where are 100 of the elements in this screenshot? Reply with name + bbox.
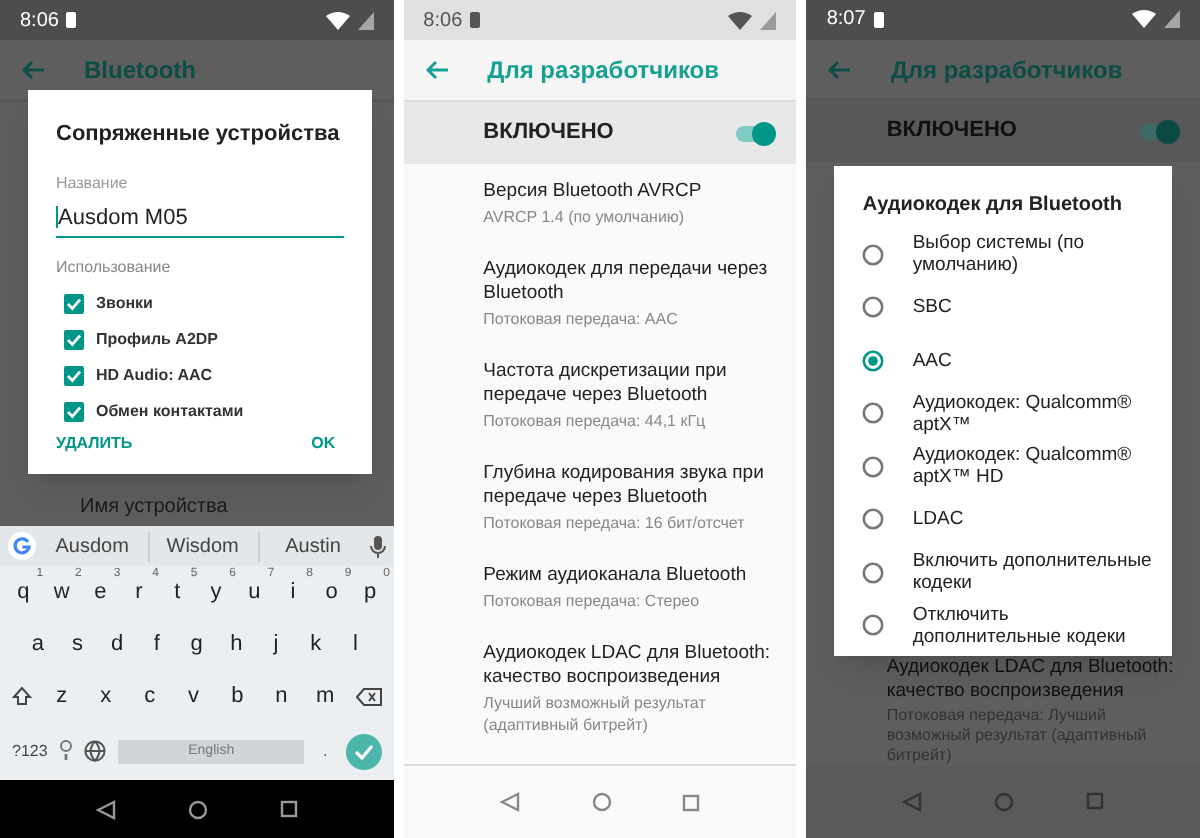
home-circle-icon[interactable] <box>591 792 611 812</box>
radio-label: Выбор системы (по умолчанию) <box>912 232 1087 277</box>
battery-icon <box>66 12 77 28</box>
keyboard-key[interactable]: x <box>91 679 120 713</box>
back-triangle-icon[interactable] <box>499 792 520 812</box>
keyboard-key[interactable]: m <box>311 679 340 713</box>
item-title: Глубина кодирования звука при передаче через Bluetooth <box>483 462 766 510</box>
keyboard-key[interactable]: z <box>47 679 76 713</box>
radio-button[interactable] <box>862 455 885 478</box>
home-circle-icon[interactable] <box>187 799 208 819</box>
settings-item[interactable]: Глубина кодирования звука при передаче через Bluetooth Потоковая передача: 16 бит/отсчет <box>483 458 785 538</box>
settings-item[interactable]: Аудиокодек для передачи через Bluetooth Потоковая передача: AAC <box>483 254 785 334</box>
item-summary: AVRCP 1.4 (по умолчанию) <box>483 206 687 228</box>
suggestion-chip[interactable]: Wisdom <box>148 531 255 561</box>
keyboard-key[interactable]: h <box>222 627 251 661</box>
wifi-icon <box>1132 10 1157 29</box>
app-bar-title: Для разработчиков <box>890 53 1123 88</box>
dialog-button[interactable]: УДАЛИТЬ <box>56 432 133 456</box>
radio-button[interactable] <box>862 243 885 266</box>
keyboard-key[interactable]: v <box>179 679 208 713</box>
item-summary: Потоковая передача: AAC <box>483 308 680 330</box>
radio-option[interactable]: Аудиокодек: Qualcomm® aptX™ <box>862 387 1157 440</box>
enter-button[interactable] <box>345 733 382 769</box>
section-label: Использование <box>56 256 173 280</box>
symbols-key[interactable]: ?123 <box>12 739 48 763</box>
checkbox[interactable] <box>64 330 84 350</box>
radio-label: Аудиокодек: Qualcomm® aptX™ <box>912 391 1134 436</box>
radio-option[interactable]: AAC <box>862 334 1157 387</box>
settings-item[interactable]: Режим аудиоканала Bluetooth Потоковая передача: Стерео <box>483 560 785 616</box>
toggle-switch[interactable] <box>1136 119 1181 144</box>
item-title: Аудиокодек для передачи через Bluetooth <box>483 258 770 306</box>
keyboard-key[interactable]: j <box>261 627 290 661</box>
radio-button[interactable] <box>862 349 885 372</box>
status-time: 8:06 <box>423 7 463 35</box>
overview-square-icon[interactable] <box>279 800 298 818</box>
toggle-switch[interactable] <box>732 121 777 145</box>
checkbox-label: Обмен контактами <box>96 400 244 424</box>
settings-item[interactable]: Версия Bluetooth AVRCP AVRCP 1.4 (по умолчанию) <box>483 176 785 232</box>
radio-button[interactable] <box>862 561 885 584</box>
checkmark-icon <box>353 743 374 759</box>
globe-icon[interactable] <box>83 740 106 762</box>
item-title: Аудиокодек LDAC для Bluetooth: качество воспроизведения <box>886 655 1176 704</box>
item-title: Режим аудиоканала Bluetooth <box>483 564 749 588</box>
radio-button[interactable] <box>862 296 885 319</box>
item-summary: Лучший возможный результат (адаптивный битрейт) <box>483 692 708 736</box>
item-title: Частота дискретизации при передаче через Bluetooth <box>483 360 729 408</box>
radio-option[interactable]: LDAC <box>862 493 1157 546</box>
battery-icon <box>470 12 481 28</box>
suggestion-chip[interactable]: Ausdom <box>40 531 145 561</box>
keyboard-key[interactable]: c <box>135 679 164 713</box>
list-item-title: Имя устройства <box>80 494 228 522</box>
item-title: Версия Bluetooth AVRCP <box>483 180 704 204</box>
signal-icon <box>1164 10 1181 29</box>
field-label: Название <box>56 171 130 195</box>
microphone-icon[interactable] <box>369 535 386 557</box>
app-bar-title: Bluetooth <box>84 54 196 88</box>
suggestion-chip[interactable]: Austin <box>258 531 366 561</box>
keyboard-key[interactable]: s <box>63 627 92 661</box>
keyboard-key[interactable]: d <box>103 627 132 661</box>
switch-label: ВКЛЮЧЕНО <box>483 118 614 149</box>
google-logo-icon[interactable] <box>8 532 36 560</box>
keyboard-key[interactable]: l <box>341 627 370 661</box>
shift-arrow-icon[interactable] <box>11 686 32 706</box>
radio-option[interactable]: Аудиокодек: Qualcomm® aptX™ HD <box>862 440 1157 493</box>
radio-label: LDAC <box>912 508 964 531</box>
radio-option[interactable]: Отключить дополнительные кодеки <box>862 599 1157 652</box>
switch-label: ВКЛЮЧЕНО <box>886 116 1017 147</box>
battery-icon <box>873 11 884 28</box>
radio-option[interactable]: Включить дополнительные кодеки <box>862 546 1157 599</box>
radio-label: Отключить дополнительные кодеки <box>912 603 1128 648</box>
radio-label: Включить дополнительные кодеки <box>912 550 1154 595</box>
settings-item[interactable]: Аудиокодек LDAC для Bluetooth: качество воспроизведения Лучший возможный результат (адаптивный битрейт) <box>483 638 785 740</box>
keyboard-key[interactable]: n <box>267 679 296 713</box>
item-title: Аудиокодек LDAC для Bluetooth: качество воспроизведения <box>483 642 773 690</box>
dialog-button[interactable]: OK <box>311 432 336 456</box>
radio-option[interactable]: Выбор системы (по умолчанию) <box>862 228 1157 281</box>
checkbox[interactable] <box>64 294 84 314</box>
keyboard-key[interactable]: b <box>223 679 252 713</box>
settings-item[interactable]: Частота дискретизации при передаче через Bluetooth Потоковая передача: 44,1 кГц <box>483 356 785 436</box>
radio-button[interactable] <box>862 614 885 637</box>
master-switch-bar[interactable]: ВКЛЮЧЕНО <box>403 102 797 164</box>
keyboard-key[interactable]: k <box>301 627 330 661</box>
keyboard-key[interactable]: f <box>142 627 171 661</box>
overview-square-icon[interactable] <box>682 793 701 811</box>
period-key[interactable]: . <box>316 739 334 763</box>
checkbox[interactable] <box>64 366 84 386</box>
back-arrow-icon[interactable] <box>423 60 448 80</box>
keyboard-key[interactable]: g <box>182 627 211 661</box>
radio-option[interactable]: SBC <box>862 281 1157 334</box>
backspace-icon[interactable] <box>355 687 382 705</box>
radio-button[interactable] <box>862 508 885 531</box>
radio-button[interactable] <box>862 402 885 425</box>
app-bar-title: Для разработчиков <box>487 54 720 88</box>
checkbox[interactable] <box>64 402 84 422</box>
item-summary: Потоковая передача: 16 бит/отсчет <box>483 512 747 534</box>
wifi-icon <box>728 11 753 29</box>
radio-label: SBC <box>912 296 952 319</box>
keyboard-key[interactable]: a <box>23 627 52 661</box>
name-input-field[interactable]: Ausdom M05 <box>56 201 344 238</box>
back-triangle-icon[interactable] <box>95 799 116 819</box>
